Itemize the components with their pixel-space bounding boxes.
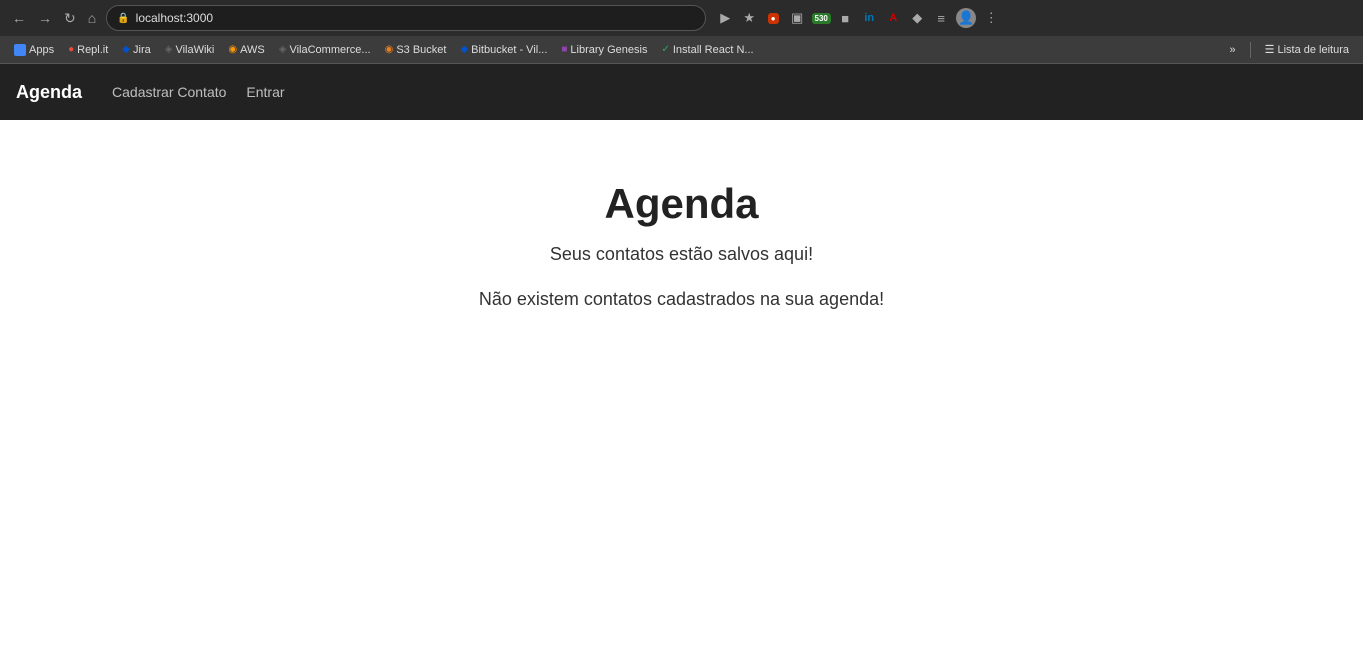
bookmark-vilawiki[interactable]: ◈ VilaWiki [159,42,221,58]
bookmark-s3-label: S3 Bucket [396,44,446,56]
cast-icon[interactable]: ▶ [716,9,734,27]
ext-icon-1[interactable]: ■ [836,9,854,27]
back-button[interactable]: ← [8,8,30,28]
url-text: localhost:3000 [136,11,213,25]
bookmark-divider [1250,42,1251,58]
bookmark-replit-label: Repl.it [77,44,108,56]
nav-buttons: ← → ↻ ⌂ [8,8,100,29]
lock-icon: 🔒 [117,13,129,24]
app-navbar: Agenda Cadastrar Contato Entrar [0,64,1363,120]
lista-label: Lista de leitura [1277,44,1349,56]
bookmark-star-icon[interactable]: ★ [740,9,758,27]
bookmark-bitbucket[interactable]: ◆ Bitbucket - Vil... [454,42,553,58]
bookmark-installreact[interactable]: ✓ Install React N... [655,42,759,58]
ext-icon-2[interactable]: A [884,9,902,27]
bookmark-s3bucket[interactable]: ◉ S3 Bucket [379,42,453,58]
bookmark-vilacommerce[interactable]: ◈ VilaCommerce... [273,42,377,58]
bookmark-aws-label: AWS [240,44,265,56]
bookmark-aws[interactable]: ◉ AWS [222,42,270,58]
badge-530: 530 [812,13,831,24]
ext-icon-3[interactable]: ◆ [908,9,926,27]
screenshot-icon[interactable]: ▣ [788,9,806,27]
bookmark-jira[interactable]: ◆ Jira [116,42,156,58]
bookmark-jira-label: Jira [133,44,151,56]
vilawiki-icon: ◈ [165,44,173,55]
bookmark-vilawiki-label: VilaWiki [175,44,214,56]
linkedin-icon[interactable]: in [860,9,878,27]
menu-icon[interactable]: ⋮ [982,9,1000,27]
home-button[interactable]: ⌂ [84,8,100,28]
bookmark-librarygen-label: Library Genesis [570,44,647,56]
jira-icon: ◆ [122,44,130,55]
avatar-icon[interactable]: 👤 [956,8,976,28]
lista-leitura-btn[interactable]: ☰ Lista de leitura [1259,41,1355,58]
bookmarks-bar: Apps ● Repl.it ◆ Jira ◈ VilaWiki ◉ AWS ◈… [0,36,1363,64]
extension-icon-red[interactable]: ● [764,9,782,27]
page-title: Agenda [604,180,758,228]
bookmark-apps-label: Apps [29,44,54,56]
forward-button[interactable]: → [34,8,56,28]
empty-message: Não existem contatos cadastrados na sua … [479,289,884,310]
aws-icon: ◉ [228,44,237,55]
browser-toolbar: ← → ↻ ⌂ 🔒 localhost:3000 ▶ ★ ● ▣ 530 ■ i… [0,0,1363,36]
bookmark-librarygen[interactable]: ■ Library Genesis [555,42,653,58]
bookmark-more: » ☰ Lista de leitura [1223,41,1355,58]
more-label: » [1229,44,1235,56]
nav-link-entrar[interactable]: Entrar [246,84,284,100]
main-content: Agenda Seus contatos estão salvos aqui! … [0,120,1363,671]
installreact-icon: ✓ [661,44,669,55]
s3-icon: ◉ [385,44,394,55]
ext-badge-red: ● [768,13,779,24]
bookmark-more-btn[interactable]: » [1223,42,1241,58]
app-brand[interactable]: Agenda [16,82,82,103]
replit-icon: ● [68,44,74,55]
bitbucket-icon: ◆ [460,44,468,55]
bookmark-vilacommerce-label: VilaCommerce... [289,44,370,56]
browser-chrome: ← → ↻ ⌂ 🔒 localhost:3000 ▶ ★ ● ▣ 530 ■ i… [0,0,1363,64]
lista-icon: ☰ [1265,43,1275,56]
nav-link-cadastrar[interactable]: Cadastrar Contato [112,84,226,100]
reload-button[interactable]: ↻ [60,8,80,29]
bookmark-installreact-label: Install React N... [673,44,754,56]
ext-icon-4[interactable]: ≡ [932,9,950,27]
librarygen-icon: ■ [561,44,567,55]
bookmark-apps[interactable]: Apps [8,42,60,58]
bookmark-replit[interactable]: ● Repl.it [62,42,114,58]
subtitle-text: Seus contatos estão salvos aqui! [550,244,813,265]
apps-icon [14,44,26,56]
address-bar[interactable]: 🔒 localhost:3000 [106,5,706,31]
toolbar-icons: ▶ ★ ● ▣ 530 ■ in A ◆ ≡ 👤 ⋮ [716,8,1000,28]
vilacommerce-icon: ◈ [279,44,287,55]
ext-badge-530[interactable]: 530 [812,9,830,27]
bookmark-bitbucket-label: Bitbucket - Vil... [471,44,547,56]
